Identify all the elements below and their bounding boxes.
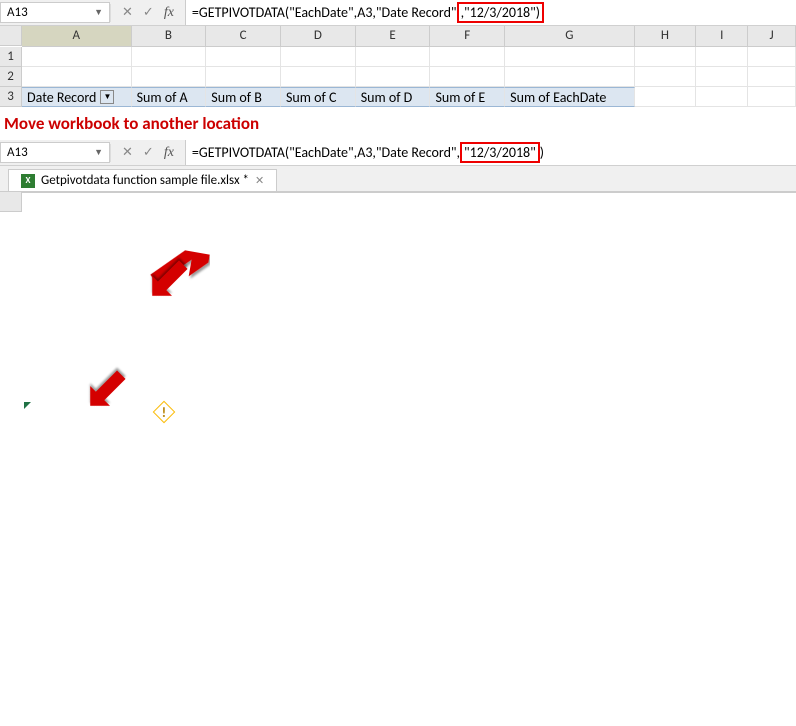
formula-bar-top: A13 ▼ ✕ ✓ fx =GETPIVOTDATA("EachDate",A3… xyxy=(0,0,796,26)
formula-highlight: ,"12/3/2018") xyxy=(457,2,544,23)
file-tab-bar: X Getpivotdata function sample file.xlsx… xyxy=(0,166,796,192)
formula-text: =GETPIVOTDATA("EachDate",A3,"Date Record… xyxy=(192,4,457,21)
cancel-icon[interactable]: ✕ xyxy=(119,145,136,160)
error-indicator-triangle xyxy=(24,402,31,409)
formula-suffix: ) xyxy=(540,144,544,161)
row-header[interactable]: 2 xyxy=(0,67,22,87)
name-box-dropdown-icon[interactable]: ▼ xyxy=(94,147,103,158)
cell[interactable] xyxy=(505,67,634,87)
cell[interactable]: Sum of E xyxy=(430,87,505,107)
cancel-icon[interactable]: ✕ xyxy=(119,5,136,20)
col-header[interactable]: F xyxy=(430,26,505,46)
cell[interactable] xyxy=(696,67,748,87)
cell[interactable]: Sum of B xyxy=(206,87,281,107)
cell[interactable] xyxy=(505,47,634,67)
cell[interactable] xyxy=(748,47,796,67)
name-box-dropdown-icon[interactable]: ▼ xyxy=(94,7,103,18)
name-box-value: A13 xyxy=(7,145,28,160)
col-header[interactable]: H xyxy=(635,26,697,46)
cell[interactable] xyxy=(356,47,431,67)
name-box-value: A13 xyxy=(7,5,28,20)
formula-text: =GETPIVOTDATA("EachDate",A3,"Date Record… xyxy=(192,144,460,161)
cell[interactable] xyxy=(696,47,748,67)
enter-icon[interactable]: ✓ xyxy=(140,5,157,20)
col-header[interactable]: D xyxy=(281,26,356,46)
name-box[interactable]: A13 ▼ xyxy=(0,142,110,163)
cell[interactable] xyxy=(206,67,281,87)
col-header[interactable]: E xyxy=(356,26,431,46)
cell[interactable]: Sum of A xyxy=(132,87,207,107)
formula-highlight: "12/3/2018" xyxy=(460,142,540,163)
col-header[interactable]: I xyxy=(696,26,748,46)
pivot-filter-dropdown[interactable]: ▼ xyxy=(100,90,114,104)
cell[interactable] xyxy=(635,47,697,67)
cell[interactable] xyxy=(281,47,356,67)
cell[interactable] xyxy=(635,67,697,87)
fx-icon[interactable]: fx xyxy=(161,145,177,161)
fx-icon[interactable]: fx xyxy=(161,5,177,21)
bottom-spreadsheet: A13 ▼ ✕ ✓ fx =GETPIVOTDATA("EachDate",A3… xyxy=(0,140,796,193)
col-header[interactable]: C xyxy=(206,26,281,46)
red-arrow-top xyxy=(140,244,210,314)
col-header[interactable]: B xyxy=(132,26,207,46)
formula-input[interactable]: =GETPIVOTDATA("EachDate",A3,"Date Record… xyxy=(185,140,796,165)
cell[interactable] xyxy=(206,47,281,67)
row-header[interactable]: 1 xyxy=(0,47,22,67)
formula-input[interactable]: =GETPIVOTDATA("EachDate",A3,"Date Record… xyxy=(185,0,796,25)
cell[interactable] xyxy=(356,67,431,87)
row-header[interactable]: 3 xyxy=(0,87,22,107)
cell[interactable] xyxy=(22,47,132,67)
col-header[interactable]: G xyxy=(505,26,635,46)
select-all-corner[interactable] xyxy=(0,26,22,46)
formula-buttons: ✕ ✓ fx xyxy=(111,5,185,21)
formula-buttons: ✕ ✓ fx xyxy=(111,145,185,161)
cell[interactable] xyxy=(132,67,207,87)
cell[interactable]: Sum of D xyxy=(356,87,431,107)
cell[interactable] xyxy=(748,67,796,87)
cell[interactable]: Sum of EachDate xyxy=(505,87,634,107)
cell[interactable]: Date Record▼ xyxy=(22,87,132,107)
cell[interactable] xyxy=(281,67,356,87)
close-tab-icon[interactable]: ✕ xyxy=(255,174,264,187)
excel-file-icon: X xyxy=(21,174,35,188)
col-header[interactable]: A xyxy=(22,26,132,46)
enter-icon[interactable]: ✓ xyxy=(140,145,157,160)
grid-top[interactable]: ABCDEFGHIJ 123Date Record▼Sum of ASum of… xyxy=(0,26,796,107)
cell[interactable]: Sum of C xyxy=(281,87,356,107)
cell[interactable] xyxy=(22,67,132,87)
file-tab[interactable]: X Getpivotdata function sample file.xlsx… xyxy=(8,169,277,191)
cell[interactable] xyxy=(696,87,748,107)
file-tab-label: Getpivotdata function sample file.xlsx * xyxy=(41,173,249,188)
top-spreadsheet: A13 ▼ ✕ ✓ fx =GETPIVOTDATA("EachDate",A3… xyxy=(0,0,796,107)
cell[interactable] xyxy=(430,67,505,87)
grid-bottom[interactable] xyxy=(0,192,796,193)
name-box[interactable]: A13 ▼ xyxy=(0,2,110,23)
red-arrow-bottom xyxy=(78,354,148,424)
cell[interactable] xyxy=(430,47,505,67)
move-workbook-label: Move workbook to another location xyxy=(0,107,796,140)
select-all-corner[interactable] xyxy=(0,192,22,212)
cell[interactable] xyxy=(635,87,697,107)
error-badge-icon[interactable] xyxy=(153,401,176,424)
cell[interactable] xyxy=(748,87,796,107)
formula-bar-bottom: A13 ▼ ✕ ✓ fx =GETPIVOTDATA("EachDate",A3… xyxy=(0,140,796,166)
col-header[interactable]: J xyxy=(748,26,796,46)
cell[interactable] xyxy=(132,47,207,67)
